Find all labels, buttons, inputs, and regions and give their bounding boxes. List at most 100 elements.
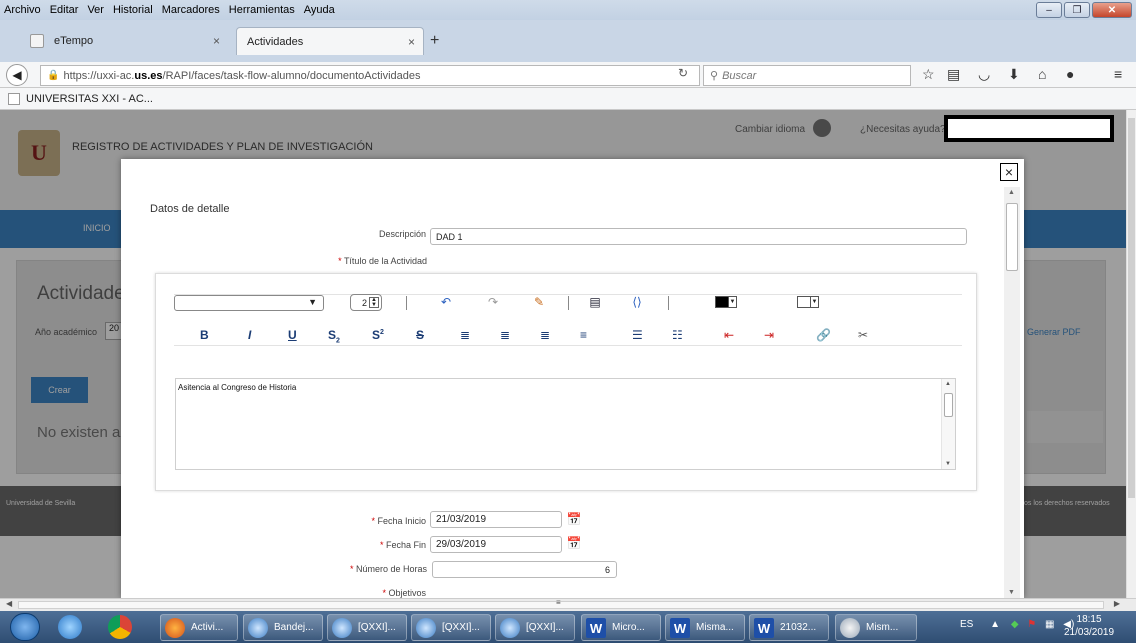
font-size-stepper[interactable]: 2 ▲ ▼ [350, 294, 382, 311]
close-window-button[interactable]: ✕ [1092, 2, 1132, 18]
source-code-icon[interactable]: ⟨⟩ [629, 294, 645, 310]
editor-content-area[interactable]: Asitencia al Congreso de Historia ▲ ▼ [175, 378, 956, 470]
link-icon[interactable]: 🔗 [816, 328, 831, 342]
close-icon[interactable]: × [1000, 163, 1018, 181]
bookmark-star-icon[interactable]: ☆ [922, 66, 935, 83]
chrome-icon[interactable] [108, 615, 132, 639]
network-icon[interactable]: ▦ [1045, 619, 1054, 630]
objetivos-label-text: Objetivos [388, 588, 426, 598]
scroll-down-icon[interactable]: ▼ [1008, 589, 1015, 596]
text-color-picker[interactable]: ▼ [715, 296, 737, 308]
task-qxxi-1[interactable]: [QXXI]... [327, 614, 407, 641]
align-center-icon[interactable]: ≣ [500, 328, 510, 342]
unlink-icon[interactable]: ✂ [858, 328, 868, 342]
scrollbar-track[interactable] [18, 601, 1104, 609]
scroll-left-icon[interactable]: ◀ [6, 599, 12, 608]
menu-marcadores[interactable]: Marcadores [162, 4, 220, 16]
hamburger-menu-icon[interactable]: ≡ [1114, 66, 1122, 82]
calendar-icon[interactable]: 📅 [567, 512, 582, 526]
new-tab-button[interactable]: + [430, 32, 439, 50]
descripcion-input[interactable]: DAD 1 [430, 228, 967, 245]
menu-historial[interactable]: Historial [113, 4, 153, 16]
tab-close-icon[interactable]: × [213, 34, 220, 48]
horas-input[interactable]: 6 [432, 561, 617, 578]
menu-ver[interactable]: Ver [87, 4, 104, 16]
bullet-list-icon[interactable]: ☰ [632, 328, 643, 342]
task-word-1[interactable]: W Micro... [581, 614, 661, 641]
search-input[interactable]: ⚲ Buscar [703, 65, 911, 86]
superscript-icon[interactable]: S2 [372, 328, 384, 342]
fecha-fin-input[interactable]: 29/03/2019 [430, 536, 562, 553]
language-indicator[interactable]: ES [960, 619, 973, 630]
minimize-button[interactable]: – [1036, 2, 1062, 18]
rich-text-mode-icon[interactable]: ▤ [587, 294, 603, 310]
modal-scrollbar[interactable]: ▲ ▼ [1004, 187, 1020, 598]
task-search[interactable]: Mism... [835, 614, 917, 641]
pocket-icon[interactable]: ◡ [978, 66, 990, 83]
editor-scrollbar[interactable]: ▲ ▼ [941, 379, 955, 469]
menu-herramientas[interactable]: Herramientas [229, 4, 295, 16]
underline-icon[interactable]: U [288, 328, 297, 342]
tray-expand-icon[interactable]: ▲ [990, 619, 1000, 630]
undo-icon[interactable]: ↶ [438, 294, 454, 310]
menu-editar[interactable]: Editar [50, 4, 79, 16]
reload-icon[interactable]: ↻ [678, 66, 688, 80]
tray-app-icon[interactable]: ◆ [1011, 619, 1019, 630]
tab-close-icon[interactable]: × [408, 35, 415, 49]
chat-icon[interactable]: ● [1066, 66, 1074, 82]
menu-ayuda[interactable]: Ayuda [304, 4, 335, 16]
start-button[interactable] [10, 613, 40, 641]
task-word-3[interactable]: W 21032... [749, 614, 829, 641]
bookmark-universitas[interactable]: UNIVERSITAS XXI - AC... [26, 93, 153, 105]
menu-archivo[interactable]: Archivo [4, 4, 41, 16]
download-icon[interactable]: ⬇ [1008, 66, 1020, 83]
eraser-icon[interactable]: ✎ [531, 294, 547, 310]
outdent-icon[interactable]: ⇤ [724, 328, 734, 342]
task-bandeja[interactable]: Bandej... [243, 614, 323, 641]
titulo-label-text: Título de la Actividad [343, 256, 427, 266]
scrollbar-thumb[interactable] [944, 393, 953, 417]
font-family-select[interactable]: ▼ [174, 295, 324, 311]
scroll-up-icon[interactable]: ▲ [945, 381, 951, 387]
task-label: [QXXI]... [358, 622, 396, 633]
scrollbar-thumb[interactable] [1128, 118, 1135, 498]
task-word-2[interactable]: W Misma... [665, 614, 745, 641]
indent-icon[interactable]: ⇥ [764, 328, 774, 342]
background-color-picker[interactable]: ▼ [797, 296, 819, 308]
scroll-down-icon[interactable]: ▼ [945, 461, 951, 467]
calendar-icon[interactable]: 📅 [567, 536, 582, 550]
maximize-button[interactable]: ❐ [1064, 2, 1090, 18]
tray-flag-icon[interactable]: ⚑ [1027, 619, 1036, 630]
task-qxxi-3[interactable]: [QXXI]... [495, 614, 575, 641]
task-firefox[interactable]: Activi... [160, 614, 238, 641]
align-justify-icon[interactable]: ≡ [580, 328, 587, 342]
bold-icon[interactable]: B [200, 328, 209, 342]
clock[interactable]: 18:15 21/03/2019 [1064, 613, 1114, 639]
scroll-up-icon[interactable]: ▲ [1008, 189, 1015, 196]
bookmarks-list-icon[interactable]: ▤ [947, 66, 960, 83]
numbered-list-icon[interactable]: ☷ [672, 328, 683, 342]
page-scrollbar[interactable] [1126, 110, 1136, 598]
fecha-inicio-label: * Fecha Inicio [321, 516, 426, 526]
italic-icon[interactable]: I [248, 328, 251, 342]
tab-etempo[interactable]: eTempo × [18, 27, 228, 55]
home-icon[interactable]: ⌂ [1038, 66, 1046, 82]
back-button[interactable]: ◀ [6, 64, 28, 86]
redo-icon[interactable]: ↷ [485, 294, 501, 310]
spinner-icon[interactable]: ▲ ▼ [369, 297, 379, 308]
tab-actividades[interactable]: Actividades × [236, 27, 424, 55]
scroll-right-icon[interactable]: ▶ [1114, 599, 1120, 608]
strikethrough-icon[interactable]: S [416, 328, 424, 342]
align-left-icon[interactable]: ≣ [460, 328, 470, 342]
internet-explorer-icon[interactable] [58, 615, 82, 639]
task-qxxi-2[interactable]: [QXXI]... [411, 614, 491, 641]
subscript-icon[interactable]: S2 [328, 328, 340, 344]
descripcion-label: Descripción [378, 229, 426, 239]
horizontal-scrollbar[interactable]: ◀ ≡ ▶ [0, 598, 1136, 611]
url-bar[interactable]: 🔒 https://uxxi-ac. us.es/RAPI/faces/task-… [40, 65, 700, 86]
navigation-bar: ◀ 🔒 https://uxxi-ac. us.es/RAPI/faces/tas… [0, 62, 1136, 88]
fecha-inicio-input[interactable]: 21/03/2019 [430, 511, 562, 528]
align-right-icon[interactable]: ≣ [540, 328, 550, 342]
scrollbar-thumb[interactable] [1006, 203, 1018, 271]
task-label: [QXXI]... [526, 622, 564, 633]
